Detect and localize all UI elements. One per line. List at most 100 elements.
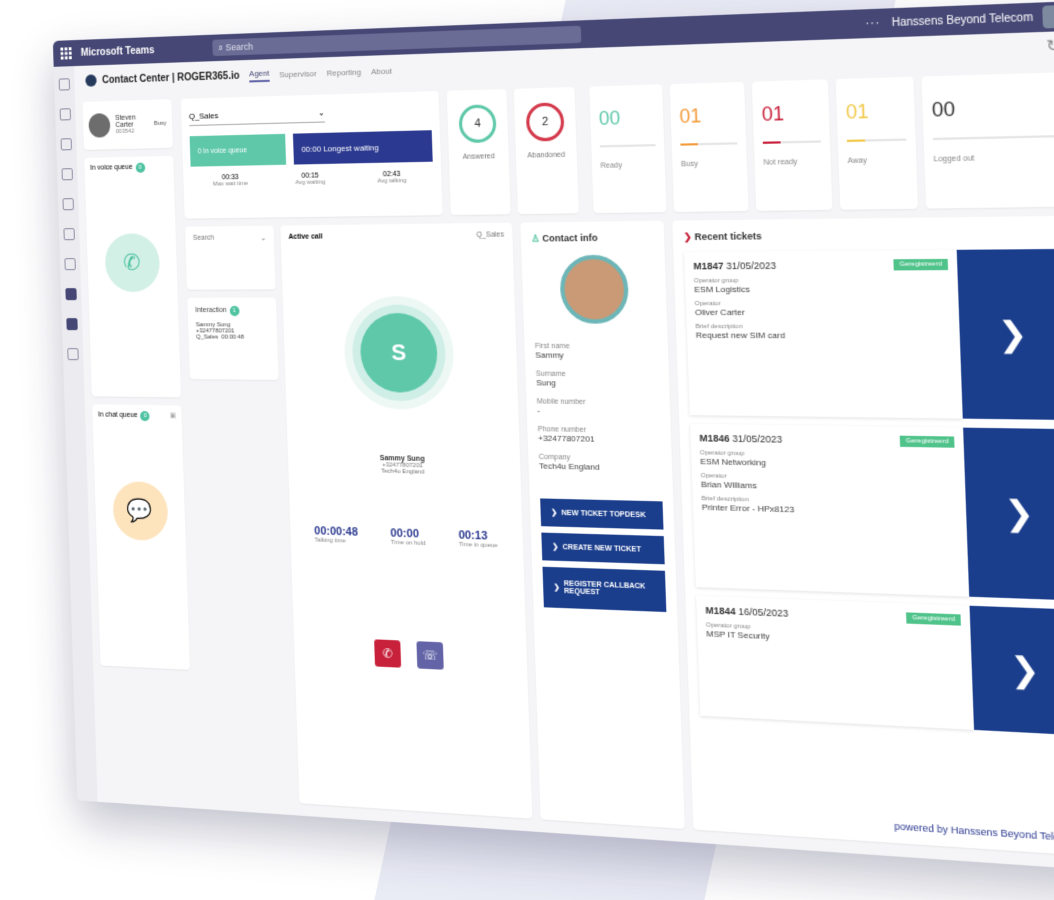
interaction-search[interactable]: Search ⌄ [184,225,276,290]
tab-about[interactable]: About [371,66,392,76]
tab-agent[interactable]: Agent [248,67,270,82]
chat-settings-icon[interactable]: ▣ [170,411,177,419]
ticket-id: M1847 [693,260,724,272]
ticket-card[interactable]: Geregistreerd M1846 31/05/2023 Operator … [690,423,1054,601]
roger365-icon[interactable] [66,318,78,331]
agent-avatar [88,113,111,138]
left-column: Steven Carter 003542 Busy In voice queue… [82,99,194,802]
status-value: 01 [845,100,870,124]
field-value: +32477807201 [537,433,595,444]
stat-avg-waiting: 00:15 Avg waiting [270,172,351,187]
calendar-icon[interactable] [61,168,73,181]
voice-queue-card: In voice queue 0 ✆ [84,155,182,398]
status-label: Not ready [763,158,798,167]
chevron-down-icon: ⌄ [317,107,325,117]
answered-ring: 4 [458,104,497,144]
teams-icon[interactable] [60,138,72,151]
status-not-ready: 01 Not ready [751,79,833,211]
create-new-ticket-button[interactable]: ❯ CREATE NEW TICKET [541,532,665,565]
ticket-date: 16/05/2023 [738,606,789,619]
interactions-card[interactable]: Interaction 1 Sammy Sung +32477807201 Q_S… [187,297,279,380]
files-icon[interactable] [63,228,75,241]
new-ticket-topdesk-button[interactable]: ❯ NEW TICKET TOPDESK [540,498,664,530]
status-value: 01 [679,104,702,128]
search-label: Search [192,234,215,242]
longest-waiting-button[interactable]: 00:00 Longest waiting [293,130,433,165]
status-bar-fill [680,143,698,146]
contact-photo [558,254,629,324]
agent-status[interactable]: Busy [154,121,167,127]
status-bar [599,144,656,148]
status-bar [680,142,738,146]
topdesk-logo-icon: ❯ [956,248,1054,420]
stat-max-wait: 00:33 Max wait time [191,173,270,188]
status-value: 01 [761,102,785,126]
button-label: REGISTER CALLBACK REQUEST [563,580,646,597]
search-placeholder: Search [225,41,254,53]
field-first-name: First name Sammy [535,343,658,361]
ticket-date: 31/05/2023 [726,260,777,272]
scene: Microsoft Teams ⌕ Search ··· Hanssens Be… [0,0,1054,900]
stat-label: Max wait time [212,180,249,188]
chat-icon: 💬 [111,481,169,542]
ticket-status-badge: Geregistreerd [893,258,949,271]
person-icon: ♙ [531,233,540,244]
chat-queue-label: In chat queue [97,411,138,420]
agent-card[interactable]: Steven Carter 003542 Busy [82,99,173,150]
status-bar [846,138,907,143]
answered-label: Answered [462,152,495,162]
ticket-card[interactable]: Geregistreerd M1844 16/05/2023 Operator … [696,595,1054,736]
teams-window: Microsoft Teams ⌕ Search ··· Hanssens Be… [52,1,1054,871]
caller-avatar: S [359,312,439,393]
app-title: Contact Center | ROGER365.io [101,70,240,86]
hold-time-label: Time on hold [390,539,426,548]
field-mobile: Mobile number - [537,398,660,417]
queue-stats: 00:33 Max wait time 00:15 Avg waiting 02:4… [191,170,434,188]
active-call-card: Active call Q_Sales S Sammy Sung +324778… [280,222,533,819]
active-call-title: Active call [288,233,323,241]
calls-icon[interactable] [62,198,74,211]
powered-by: powered by Hanssens Beyond Telecom [894,820,1054,844]
ticket-id: M1844 [705,604,736,617]
queue-kpi-card: Q_Sales ⌄ 0 In voice queue 00:00 Longest… [180,91,443,219]
register-callback-button[interactable]: ❯ REGISTER CALLBACK REQUEST [542,566,667,613]
queue-select[interactable]: Q_Sales ⌄ [188,102,326,127]
app-launcher-icon[interactable] [60,47,72,60]
chat-queue-count: 0 [140,411,151,422]
button-label: CREATE NEW TICKET [562,543,642,554]
tenant-name[interactable]: Hanssens Beyond Telecom [892,11,1034,29]
field-value: Tech4u England [538,461,600,472]
apps-icon[interactable] [64,258,76,271]
field-surname: Surname Sung [536,370,659,388]
field-value: Sung [536,377,556,388]
status-bar-fill [762,141,781,144]
transfer-call-button[interactable]: ☏ [416,641,444,670]
voice-queue-count: 0 [135,162,145,173]
tab-reporting[interactable]: Reporting [326,67,361,77]
button-label: NEW TICKET TOPDESK [561,509,646,519]
ticket-card[interactable]: Geregistreerd M1847 31/05/2023 Operator … [684,248,1054,420]
in-queue-button[interactable]: 0 In voice queue [189,133,287,167]
agent-name: Steven Carter [115,114,136,130]
answered-kpi: 4 Answered [446,89,511,216]
roger365-logo-icon [85,74,97,87]
user-avatar[interactable] [1042,4,1054,29]
ticket-desc: Request new SIM card [695,330,786,341]
recent-tickets-card: ❯ Recent tickets Geregistreerd M1847 31/… [672,215,1054,857]
status-label: Ready [600,162,623,171]
ticket-operator: Oliver Carter [694,307,745,318]
more-apps-icon[interactable] [67,348,79,361]
call-timers: 00:00:48 Talking time 00:00 Time on hold 0… [298,525,515,550]
chat-icon[interactable] [59,108,72,121]
contact-center-icon[interactable] [65,288,77,301]
contact-info-card: ♙ Contact info First name Sammy Surname Su… [520,220,685,829]
tab-supervisor[interactable]: Supervisor [279,68,317,79]
activity-icon[interactable] [58,78,71,91]
hang-up-button[interactable]: ✆ [374,639,402,668]
status-busy: 01 Busy [669,81,749,213]
more-options-icon[interactable]: ··· [865,17,880,30]
refresh-icon[interactable]: ↻ [1046,36,1054,56]
field-value: Sammy [535,350,564,361]
field-company: Company Tech4u England [539,454,662,474]
queue-select-value: Q_Sales [188,110,219,121]
